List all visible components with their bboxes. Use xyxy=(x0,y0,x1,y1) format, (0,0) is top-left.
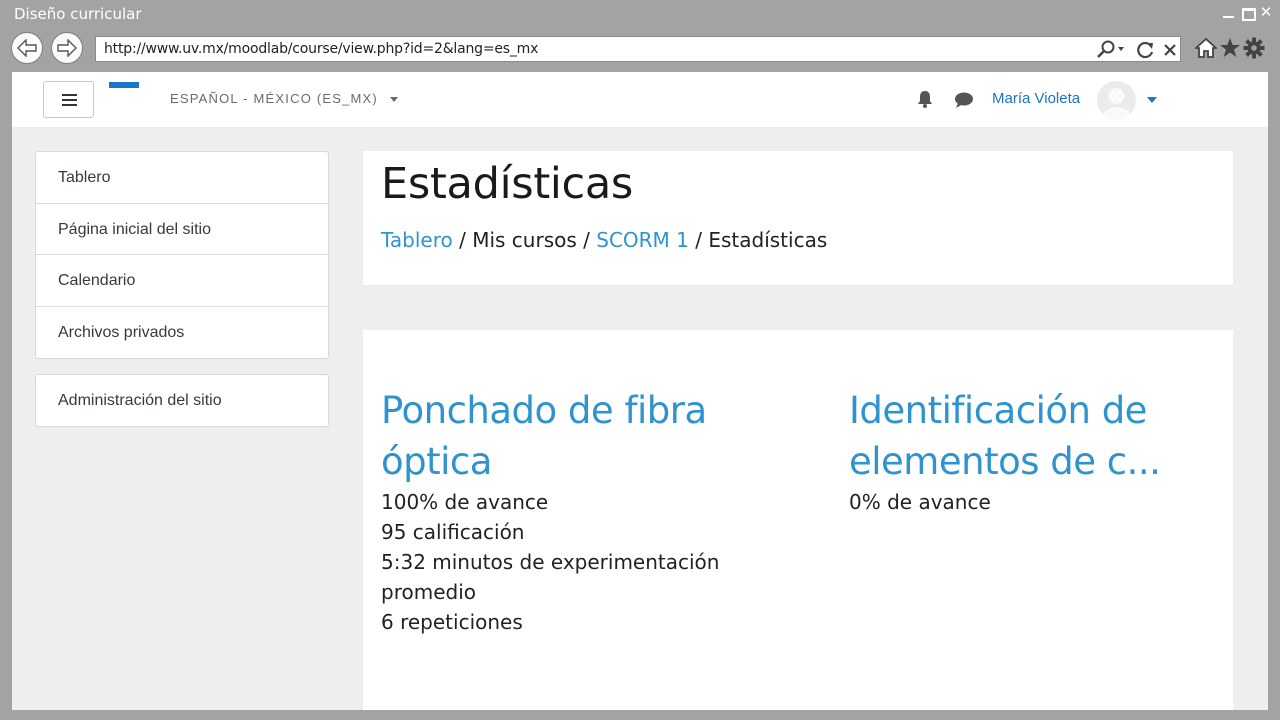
breadcrumb-separator: / xyxy=(695,228,709,252)
breadcrumb-link-tablero[interactable]: Tablero xyxy=(381,228,453,252)
user-name[interactable]: María Violeta xyxy=(992,90,1080,107)
sidebar-item-pagina-inicial[interactable]: Página inicial del sitio xyxy=(36,204,328,255)
favorites-star-icon[interactable] xyxy=(1219,37,1241,59)
course-title-line[interactable]: Identificación de xyxy=(849,385,1209,436)
sidebar-item-archivos-privados[interactable]: Archivos privados xyxy=(36,307,328,359)
notifications-bell-icon[interactable] xyxy=(916,90,934,108)
course-title-line[interactable]: óptica xyxy=(381,436,741,487)
back-button[interactable] xyxy=(11,32,43,64)
search-icon[interactable] xyxy=(1096,40,1126,60)
course-title-line[interactable]: Ponchado de fibra xyxy=(381,385,741,436)
stop-icon[interactable] xyxy=(1162,40,1178,60)
settings-gear-icon[interactable] xyxy=(1243,37,1265,59)
course-progress: 0% de avance xyxy=(849,490,991,514)
minimize-icon[interactable] xyxy=(1222,6,1236,20)
page-viewport: ESPAÑOL - MÉXICO (ES_MX) María Violeta T… xyxy=(12,72,1268,710)
window-titlebar: Diseño curricular ✕ xyxy=(0,0,1280,30)
sidebar-item-administracion[interactable]: Administración del sitio xyxy=(35,374,329,427)
breadcrumb-mis-cursos: Mis cursos xyxy=(472,228,577,252)
url-text: http://www.uv.mx/moodlab/course/view.php… xyxy=(104,41,539,57)
course-title-line[interactable]: elementos de c... xyxy=(849,436,1209,487)
breadcrumb-current: Estadísticas xyxy=(708,228,828,252)
page-header-card: Estadísticas Tablero / Mis cursos / SCOR… xyxy=(363,151,1233,285)
caret-down-icon[interactable] xyxy=(390,97,398,102)
forward-button[interactable] xyxy=(51,32,83,64)
home-icon[interactable] xyxy=(1195,37,1217,59)
language-selector[interactable]: ESPAÑOL - MÉXICO (ES_MX) xyxy=(170,91,378,106)
breadcrumb-separator: / xyxy=(583,228,597,252)
breadcrumb-link-scorm[interactable]: SCORM 1 xyxy=(596,228,689,252)
refresh-icon[interactable] xyxy=(1136,40,1156,60)
course-stat-block: Ponchado de fibra óptica 100% de avance … xyxy=(381,385,741,637)
user-menu-caret-icon[interactable] xyxy=(1147,97,1157,103)
course-progress: 100% de avance xyxy=(381,490,549,514)
window-title: Diseño curricular xyxy=(14,5,142,23)
site-logo[interactable] xyxy=(109,82,139,88)
forward-arrow-icon xyxy=(57,39,77,57)
address-bar[interactable]: http://www.uv.mx/moodlab/course/view.php… xyxy=(95,36,1181,62)
maximize-icon[interactable] xyxy=(1241,6,1256,21)
course-time: 5:32 minutos de experimentación xyxy=(381,550,720,574)
user-avatar[interactable] xyxy=(1097,81,1136,120)
sidebar-item-calendario[interactable]: Calendario xyxy=(36,255,328,307)
page-title: Estadísticas xyxy=(381,159,634,209)
course-title-link[interactable]: Ponchado de fibra óptica xyxy=(381,385,741,487)
breadcrumb-separator: / xyxy=(459,228,473,252)
course-repetitions: 6 repeticiones xyxy=(381,610,523,634)
messages-chat-icon[interactable] xyxy=(954,92,974,108)
browser-toolbar: http://www.uv.mx/moodlab/course/view.php… xyxy=(0,30,1280,70)
breadcrumb: Tablero / Mis cursos / SCORM 1 / Estadís… xyxy=(381,228,827,252)
sidebar-nav: Tablero Página inicial del sitio Calenda… xyxy=(35,151,329,359)
close-icon[interactable]: ✕ xyxy=(1259,5,1273,20)
statistics-card: Ponchado de fibra óptica 100% de avance … xyxy=(363,330,1233,710)
menu-toggle-button[interactable] xyxy=(43,81,94,118)
course-time-continued: promedio xyxy=(381,580,476,604)
site-navbar: ESPAÑOL - MÉXICO (ES_MX) María Violeta xyxy=(12,72,1268,127)
back-arrow-icon xyxy=(17,39,37,57)
user-silhouette-icon xyxy=(1101,88,1132,120)
course-title-link[interactable]: Identificación de elementos de c... xyxy=(849,385,1209,487)
course-grade: 95 calificación xyxy=(381,520,525,544)
sidebar-item-tablero[interactable]: Tablero xyxy=(36,152,328,204)
course-stat-block: Identificación de elementos de c... 0% d… xyxy=(849,385,1209,517)
